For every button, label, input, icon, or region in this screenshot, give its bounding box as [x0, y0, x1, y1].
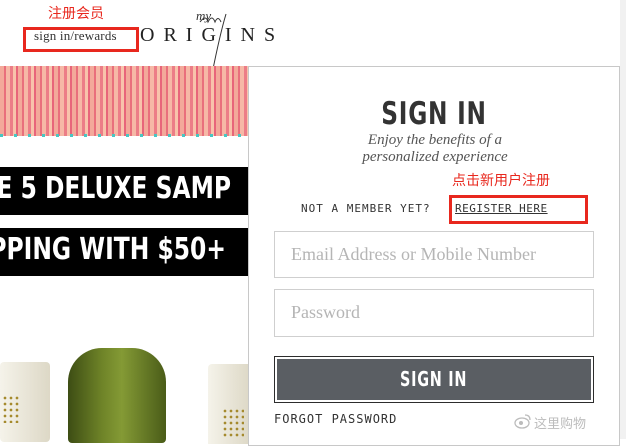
- email-field[interactable]: Email Address or Mobile Number: [274, 231, 594, 278]
- annotation-highlight-box: [449, 195, 588, 224]
- watermark-text: 这里购物: [534, 417, 587, 432]
- password-field[interactable]: Password: [274, 289, 594, 337]
- promo-line-1[interactable]: E 5 DELUXE SAMP: [0, 167, 250, 215]
- sign-in-subtitle: Enjoy the benefits of a personalized exp…: [340, 132, 530, 166]
- sign-in-title: SIGN IN: [381, 96, 487, 132]
- sign-in-button-label: SIGN IN: [400, 367, 468, 391]
- sign-in-button[interactable]: SIGN IN: [274, 356, 594, 403]
- origins-logo[interactable]: ORIGINS: [140, 24, 284, 47]
- banner-pattern: [0, 66, 250, 136]
- annotation-register-member: 注册会员: [48, 6, 104, 22]
- logo-script-text: my: [196, 8, 211, 23]
- scrollbar[interactable]: [620, 0, 626, 439]
- weibo-icon: [514, 414, 531, 429]
- not-member-label: NOT A MEMBER YET?: [301, 202, 431, 215]
- promo-line-2-text: PPING WITH $50+: [0, 232, 226, 267]
- product-pattern: [2, 395, 20, 423]
- forgot-password-link[interactable]: FORGOT PASSWORD: [274, 412, 397, 426]
- subtitle-line-1: Enjoy the benefits of a: [367, 132, 503, 148]
- promo-line-1-text: E 5 DELUXE SAMP: [0, 171, 232, 206]
- promo-line-2[interactable]: PPING WITH $50+: [0, 228, 250, 276]
- annotation-highlight-box: [23, 27, 139, 52]
- product-bottle[interactable]: [68, 348, 166, 443]
- subtitle-line-2: personalized experience: [362, 149, 508, 165]
- banner-accent: [0, 134, 250, 137]
- product-pattern: [222, 408, 244, 438]
- annotation-register-note: 点击新用户注册: [452, 173, 550, 189]
